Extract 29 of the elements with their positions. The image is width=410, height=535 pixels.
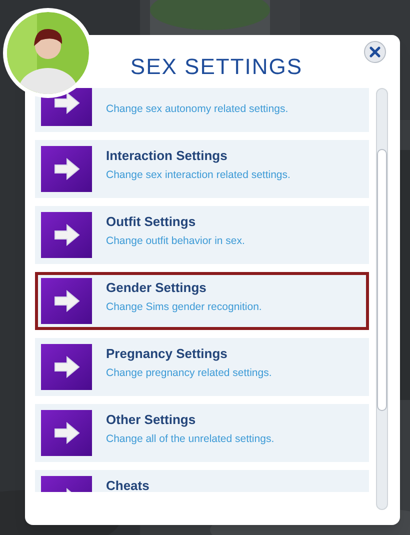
settings-item[interactable]: Interaction Settings Change sex interaction related settings.: [35, 140, 369, 198]
item-description: Change sex interaction related settings.: [106, 168, 290, 183]
settings-item[interactable]: Cheats: [35, 470, 369, 492]
dialog-title: SEX SETTINGS: [130, 53, 303, 81]
item-title: Other Settings: [106, 411, 197, 429]
scrollbar-track[interactable]: [376, 88, 388, 510]
item-title: Gender Settings: [106, 279, 208, 297]
item-description: Change all of the unrelated settings.: [106, 432, 274, 447]
close-button[interactable]: [364, 41, 386, 63]
close-icon: [369, 46, 381, 58]
settings-item[interactable]: Other Settings Change all of the unrelated settings.: [35, 404, 369, 462]
scrollbar-thumb[interactable]: [377, 149, 387, 411]
item-description: Change Sims gender recognition.: [106, 300, 262, 315]
item-description: Change outfit behavior in sex.: [106, 234, 245, 249]
arrow-icon: [54, 224, 80, 246]
item-description: Change sex autonomy related settings.: [106, 102, 288, 117]
item-title: Pregnancy Settings: [106, 345, 228, 363]
item-description: Change pregnancy related settings.: [106, 366, 272, 381]
arrow-icon: [54, 158, 80, 180]
settings-item[interactable]: Pregnancy Settings Change pregnancy related settings.: [35, 338, 369, 396]
item-title: Interaction Settings: [106, 147, 228, 165]
arrow-icon: [54, 356, 80, 378]
item-title: Cheats: [106, 477, 150, 492]
item-title: Outfit Settings: [106, 213, 197, 231]
arrow-icon: [54, 422, 80, 444]
settings-item[interactable]: Outfit Settings Change outfit behavior in sex.: [35, 206, 369, 264]
arrow-icon: [54, 92, 80, 114]
settings-item[interactable]: Gender Settings Change Sims gender recognition.: [35, 272, 369, 330]
arrow-icon: [54, 290, 80, 312]
